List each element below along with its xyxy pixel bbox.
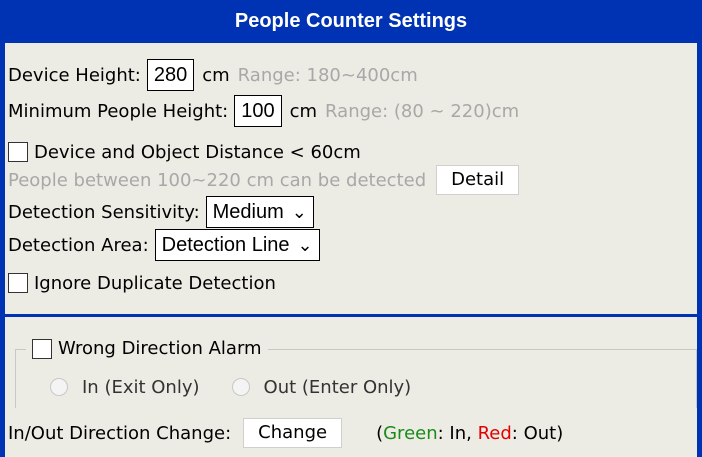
section-divider	[5, 314, 697, 317]
min-people-height-range: Range: (80 ~ 220)cm	[325, 100, 520, 122]
detection-area-label: Detection Area:	[8, 234, 149, 256]
detection-area-select[interactable]: Detection Line ⌄	[154, 229, 320, 261]
min-people-height-input[interactable]: 100	[234, 95, 282, 127]
people-counter-settings-panel: People Counter Settings Device Height: 2…	[0, 0, 702, 457]
change-button[interactable]: Change	[243, 418, 343, 448]
device-height-label: Device Height:	[8, 64, 141, 86]
distance-row: Device and Object Distance < 60cm	[8, 139, 361, 165]
frame-border-right	[697, 43, 702, 457]
chevron-down-icon: ⌄	[297, 234, 313, 255]
direction-legend-green: Green	[383, 422, 438, 444]
min-people-height-unit: cm	[289, 100, 318, 122]
direction-legend-out: : Out)	[511, 422, 564, 444]
direction-change-row: In/Out Direction Change: Change (Green: …	[8, 418, 563, 448]
ignore-duplicate-checkbox[interactable]	[8, 273, 28, 293]
detection-area-value: Detection Line	[161, 233, 290, 256]
radio-out-enter-only[interactable]	[231, 378, 250, 396]
direction-legend-red: Red	[477, 422, 512, 444]
wrong-direction-checkbox[interactable]	[32, 338, 52, 359]
ignore-duplicate-row: Ignore Duplicate Detection	[8, 270, 276, 296]
wrong-direction-legend: Wrong Direction Alarm	[26, 338, 268, 359]
detail-button[interactable]: Detail	[436, 165, 520, 195]
sensitivity-select[interactable]: Medium ⌄	[205, 196, 314, 228]
device-height-row: Device Height: 280 cm Range: 180~400cm	[8, 59, 418, 91]
sensitivity-value: Medium	[212, 200, 284, 223]
detect-note-row: People between 100~220 cm can be detecte…	[8, 165, 520, 195]
distance-checkbox[interactable]	[8, 142, 28, 162]
direction-change-label: In/Out Direction Change:	[8, 422, 232, 444]
radio-in-exit-only[interactable]	[50, 378, 68, 396]
radio-in-exit-only-label: In (Exit Only)	[82, 376, 200, 398]
device-height-input[interactable]: 280	[146, 59, 195, 91]
sensitivity-row: Detection Sensitivity: Medium ⌄	[8, 196, 314, 228]
device-height-range: Range: 180~400cm	[237, 64, 418, 86]
device-height-unit: cm	[202, 64, 230, 86]
min-people-height-label: Minimum People Height:	[8, 100, 229, 122]
radio-out-enter-only-label: Out (Enter Only)	[263, 376, 412, 398]
min-people-height-row: Minimum People Height: 100 cm Range: (80…	[8, 95, 520, 127]
chevron-down-icon: ⌄	[291, 201, 307, 222]
direction-options-row: In (Exit Only) Out (Enter Only)	[50, 374, 411, 400]
detection-area-row: Detection Area: Detection Line ⌄	[8, 229, 320, 261]
panel-title: People Counter Settings	[0, 0, 702, 43]
distance-checkbox-label: Device and Object Distance < 60cm	[34, 141, 361, 163]
sensitivity-label: Detection Sensitivity:	[8, 201, 200, 223]
detect-note-text: People between 100~220 cm can be detecte…	[8, 169, 427, 191]
wrong-direction-label: Wrong Direction Alarm	[58, 338, 262, 359]
direction-legend-in: : In,	[437, 422, 478, 444]
ignore-duplicate-label: Ignore Duplicate Detection	[34, 272, 276, 294]
direction-legend: (Green: In, Red: Out)	[376, 423, 563, 444]
